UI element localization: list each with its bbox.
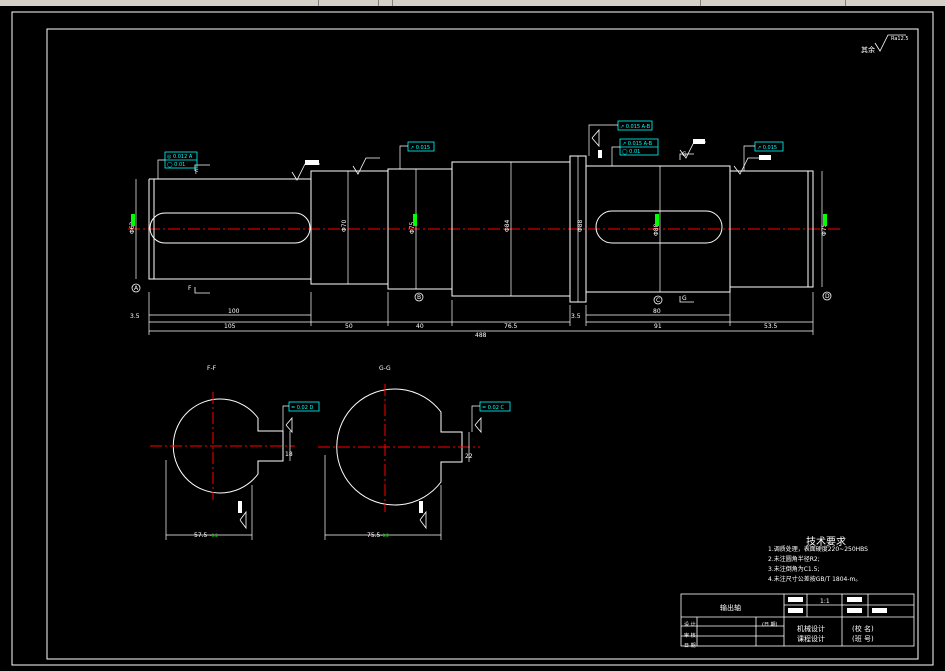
section-gg-view [318,384,480,540]
section-ff-view [150,392,295,540]
dim-50: 50 [345,323,353,330]
dim-chamfer-left: 3.5 [130,313,140,320]
section-gg-key: 22 [465,453,473,460]
title-block-row-date: 日 期 [684,643,696,649]
dia-88: Φ88 [577,219,584,232]
tech-requirement-item: 2.未注圆角半径R2; [768,556,820,563]
title-block-class: (班 号) [852,635,874,643]
dim-chamfer-right: 3.5 [571,313,581,320]
tol-frame-6: = 0.02 D [291,405,314,411]
section-marker-f: F [195,169,199,176]
tolerance-frame-texts: ◎ 0.012 A ◯ 0.01 ↗ 0.015 ↗ 0.015 A-B ↗ 0… [167,124,777,411]
dim-76-5: 76.5 [504,323,518,330]
tech-requirement-item: 1.调质处理，表面硬度220~250HBS [768,546,868,553]
tol-frame-3: ↗ 0.015 A-B [620,124,651,130]
datum-letters: A B C D [134,285,830,304]
dimension-texts: 100 105 50 40 76.5 80 91 53.5 488 3.5 3.… [130,151,778,539]
section-ff-width-tol: -0.2 [210,533,218,538]
tol-frame-1b: ◯ 0.01 [167,162,185,168]
corner-roughness-value: Ra12.5 [891,36,909,42]
diameter-texts: Φ62 Φ70 Φ75 Φ84 Φ88 Φ80 Φ75 [129,219,828,236]
tolerance-frames [164,120,784,412]
dim-53-5: 53.5 [764,323,778,330]
title-block-row-review: 审 核 [684,633,696,639]
datum-markers [131,283,832,305]
section-marker-g: G [682,295,687,302]
datum-c: C [656,297,660,304]
dim-80: 80 [653,308,661,315]
section-ff-label: F-F [207,365,217,372]
title-block-scale: 1:1 [820,598,830,605]
section-marker-g: G [682,151,687,158]
title-block-school: (校 名) [852,625,874,633]
tol-frame-7: = 0.02 C [482,405,505,411]
section-ff-width: 57.5 [194,532,208,539]
section-gg-width-tol: -0.2 [381,533,389,538]
dim-105: 105 [224,323,236,330]
dim-488: 488 [475,332,487,339]
title-block-course-2: 课程设计 [797,635,825,643]
corner-roughness-note: 其余 Ra12.5 [861,36,909,55]
tol-frame-4a: ↗ 0.015 A-B [622,141,653,147]
tech-requirement-item: 3.未注倒角为C1.5; [768,566,820,573]
dia-84: Φ84 [504,219,511,232]
tol-frame-5: ↗ 0.015 [757,145,777,151]
dim-91: 91 [654,323,662,330]
dim-100: 100 [228,308,240,315]
datum-d: D [825,293,830,300]
section-gg-width: 75.5 [367,532,381,539]
dimension-tolerance-marks [131,214,827,226]
title-block-course-1: 机械设计 [797,625,825,633]
title-block-date-cell: (日 期) [762,622,778,628]
section-marker-f: F [188,285,192,292]
cad-drawing-canvas[interactable]: 100 105 50 40 76.5 80 91 53.5 488 3.5 3.… [0,6,945,671]
section-markers [194,153,694,303]
title-block-part-name: 输出轴 [720,604,741,612]
tol-frame-2: ↗ 0.015 [410,145,430,151]
datum-b: B [417,294,421,301]
corner-roughness-label: 其余 [861,46,875,54]
length-dim-lines [148,292,814,335]
title-block-row-design: 设 计 [684,622,696,628]
section-ff-key: 18 [285,451,293,458]
tol-frame-4b: ◯ 0.01 [622,149,640,155]
tol-frame-1a: ◎ 0.012 A [167,154,193,160]
dim-40: 40 [416,323,424,330]
roughness-symbols [239,34,906,530]
dia-70: Φ70 [341,219,348,232]
tech-requirement-item: 4.未注尺寸公差按GB/T 1804-m。 [768,576,862,583]
section-gg-label: G-G [379,365,391,372]
